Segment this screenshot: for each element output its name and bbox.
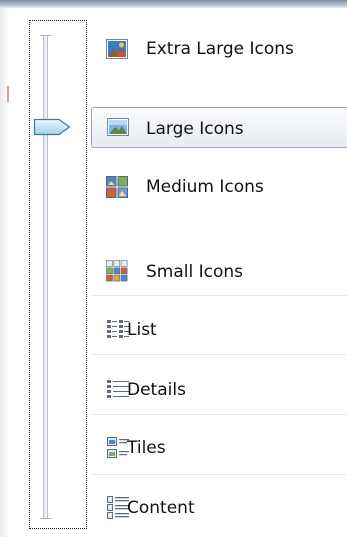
details-icon <box>107 380 129 398</box>
slider-tick <box>40 35 51 36</box>
menu-item-extra-large-icons[interactable]: Extra Large Icons <box>91 32 347 66</box>
menu-item-label: Tiles <box>127 438 166 458</box>
menu-item-content[interactable]: Content <box>91 488 347 528</box>
menu-divider <box>91 354 347 355</box>
menu-item-large-icons[interactable]: Large Icons <box>91 107 347 148</box>
menu-item-medium-icons[interactable]: Medium Icons <box>91 170 347 204</box>
menu-item-details[interactable]: Details <box>91 370 347 410</box>
tiles-icon <box>107 437 129 458</box>
menu-item-label: Details <box>127 380 186 400</box>
menu-item-small-icons[interactable]: Small Icons <box>91 253 347 290</box>
view-size-slider[interactable] <box>29 20 87 529</box>
medium-icons-icon <box>106 176 128 198</box>
slider-track[interactable] <box>43 35 48 519</box>
large-icons-icon <box>107 118 129 136</box>
menu-item-label: Medium Icons <box>146 177 264 197</box>
menu-item-label: Large Icons <box>146 119 244 139</box>
slider-thumb-icon[interactable] <box>33 117 71 137</box>
menu-item-label: Small Icons <box>146 262 244 282</box>
menu-divider <box>91 295 347 296</box>
list-icon <box>107 320 129 338</box>
slider-tick <box>40 518 51 519</box>
menu-item-tiles[interactable]: Tiles <box>91 428 347 468</box>
view-mode-list: Extra Large Icons Large Icons Medium Ico… <box>91 8 347 537</box>
window-top-edge <box>0 0 347 8</box>
small-icons-icon <box>106 260 128 282</box>
extra-large-icons-icon <box>106 39 128 59</box>
menu-divider <box>91 414 347 415</box>
menu-item-label: Extra Large Icons <box>146 39 294 59</box>
menu-item-list[interactable]: List <box>91 310 347 350</box>
view-options-menu: Extra Large Icons Large Icons Medium Ico… <box>0 0 347 537</box>
menu-item-label: List <box>127 320 157 340</box>
content-icon <box>107 496 129 519</box>
window-edge-mark <box>7 86 9 102</box>
menu-item-label: Content <box>127 498 195 518</box>
menu-divider <box>91 474 347 475</box>
